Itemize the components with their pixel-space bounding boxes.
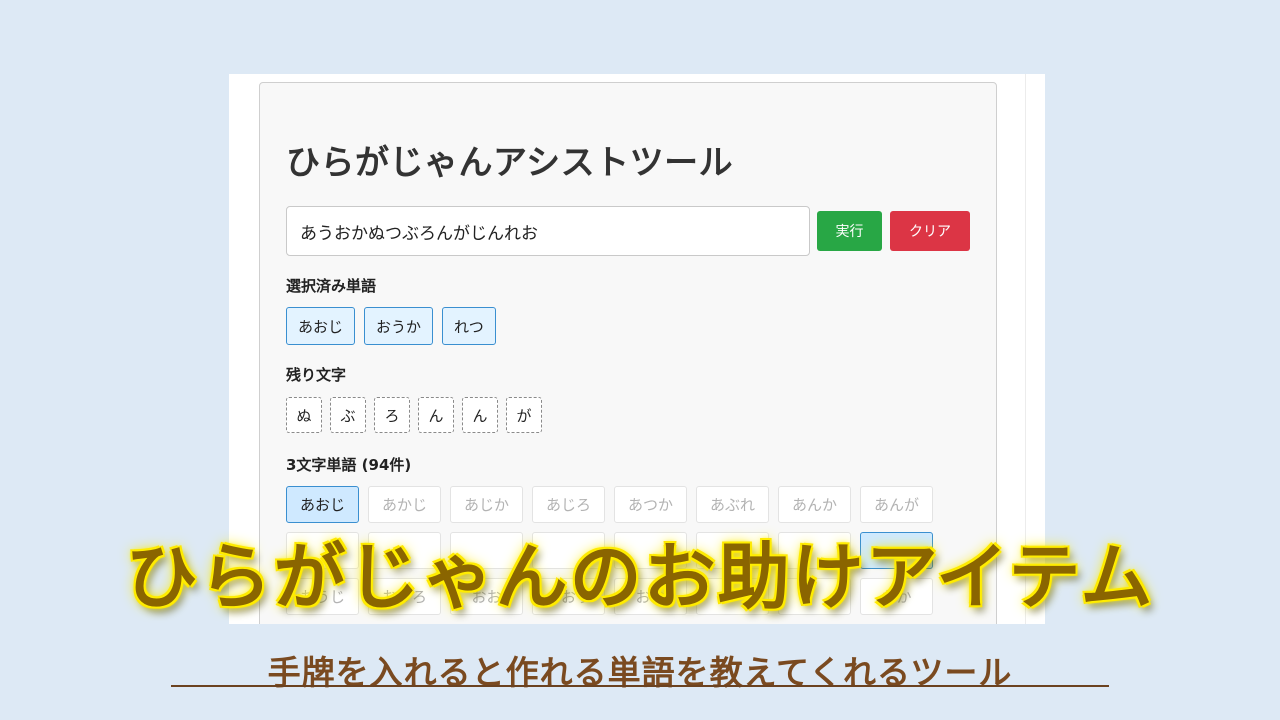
- clear-button[interactable]: クリア: [890, 211, 970, 251]
- selected-word-chip[interactable]: あおじ: [286, 307, 356, 345]
- selected-words-list: あおじ おうか れつ: [286, 307, 505, 345]
- remaining-chars-list: ぬ ぶ ろ ん ん が: [286, 397, 550, 433]
- remaining-char: ん: [462, 397, 498, 433]
- selected-words-label: 選択済み単語: [286, 277, 377, 295]
- three-char-words-label: 3文字単語 (94件): [286, 456, 412, 474]
- overlay-title: ひらがじゃんのお助けアイテム: [125, 535, 1155, 619]
- selected-word-chip[interactable]: れつ: [442, 307, 496, 345]
- selected-word-chip[interactable]: おうか: [364, 307, 434, 345]
- remaining-char: ぬ: [286, 397, 322, 433]
- remaining-char: が: [506, 397, 542, 433]
- remaining-char: ろ: [374, 397, 410, 433]
- subtitle-underline: [171, 685, 1109, 687]
- page-title: ひらがじゃんアシストツール: [286, 143, 734, 183]
- hand-input[interactable]: [286, 206, 810, 256]
- remaining-char: ぶ: [330, 397, 366, 433]
- run-button[interactable]: 実行: [817, 211, 882, 251]
- remaining-char: ん: [418, 397, 454, 433]
- remaining-chars-label: 残り文字: [286, 366, 347, 384]
